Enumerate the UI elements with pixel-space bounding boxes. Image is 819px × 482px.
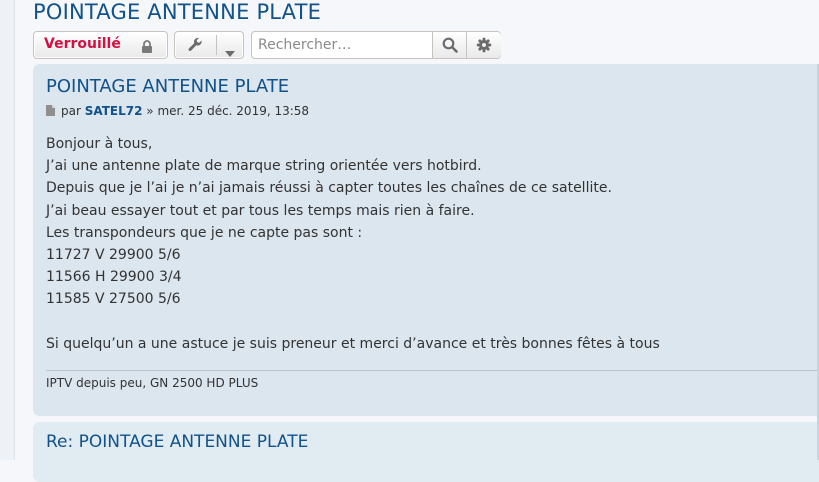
content-line: Si quelqu’un a une astuce je suis preneu…	[46, 335, 660, 352]
post-title[interactable]: POINTAGE ANTENNE PLATE	[46, 76, 289, 97]
post-content: Bonjour à tous, J’ai une antenne plate d…	[46, 133, 660, 355]
signature-divider	[46, 370, 819, 371]
content-line: 11585 V 27500 5/6	[46, 291, 181, 308]
chevron-down-icon[interactable]	[225, 42, 235, 61]
lock-icon	[141, 38, 153, 57]
search-box	[251, 31, 501, 59]
locked-label: Verrouillé	[44, 36, 121, 52]
button-separator	[216, 35, 217, 55]
topic-tools-button[interactable]	[174, 31, 244, 59]
topic-title[interactable]: POINTAGE ANTENNE PLATE	[33, 0, 321, 24]
content-line: J’ai beau essayer tout et par tous les t…	[46, 202, 475, 219]
advanced-search-button[interactable]	[466, 32, 501, 58]
search-button[interactable]	[432, 32, 467, 58]
byline-prefix: par	[61, 104, 81, 118]
signature: IPTV depuis peu, GN 2500 HD PLUS	[46, 376, 259, 390]
author-link[interactable]: SATEL72	[85, 104, 143, 118]
post: Re: POINTAGE ANTENNE PLATE	[33, 422, 819, 482]
locked-button[interactable]: Verrouillé	[33, 31, 168, 59]
content-line	[46, 311, 660, 333]
search-input[interactable]	[252, 32, 428, 58]
content-line: Bonjour à tous,	[46, 136, 153, 152]
content-line: Les transpondeurs que je ne capte pas so…	[46, 224, 363, 241]
post-date: » mer. 25 déc. 2019, 13:58	[146, 104, 310, 118]
post: POINTAGE ANTENNE PLATE par SATEL72 » mer…	[33, 64, 819, 416]
content-line: Depuis que je l’ai je n’ai jamais réussi…	[46, 180, 612, 197]
post-title[interactable]: Re: POINTAGE ANTENNE PLATE	[46, 432, 308, 452]
document-icon[interactable]	[46, 105, 55, 119]
content-line: J’ai une antenne plate de marque string …	[46, 158, 482, 175]
wrench-icon	[187, 37, 203, 57]
left-rail	[0, 0, 15, 460]
content-line: 11727 V 29900 5/6	[46, 247, 181, 264]
content-line: 11566 H 29900 3/4	[46, 269, 182, 286]
post-byline: par SATEL72 » mer. 25 déc. 2019, 13:58	[46, 104, 309, 119]
